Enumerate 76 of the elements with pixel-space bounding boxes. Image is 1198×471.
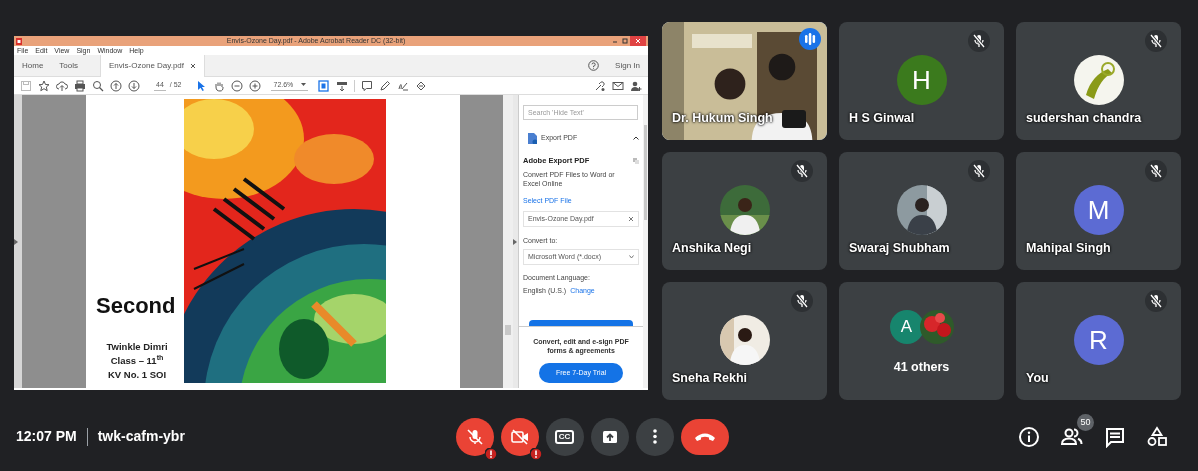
comment-icon[interactable] [361, 79, 374, 92]
slide-heading: Second [96, 292, 177, 320]
avatar: M [1073, 185, 1124, 235]
document-icon [632, 157, 639, 165]
participant-name: H S Ginwal [849, 110, 915, 128]
sign-in-button[interactable]: Sign In [607, 54, 648, 77]
caret-icon [629, 255, 634, 260]
participant-name: Swaraj Shubham [849, 240, 950, 258]
avatar: A [889, 310, 924, 344]
avatar: R [1073, 315, 1124, 365]
activities-button[interactable] [1146, 425, 1168, 448]
meeting-code: twk-cafm-ybr [97, 427, 185, 446]
page-down-icon[interactable] [128, 79, 140, 92]
avatar: H [896, 55, 947, 105]
muted-mic-icon [1145, 160, 1167, 182]
caption-line: Class – 11$^{th}$ [109, 354, 165, 368]
caption-line: Twinkle Dimri [105, 340, 169, 354]
collapse-icon[interactable] [633, 136, 639, 140]
close-icon[interactable] [630, 36, 646, 46]
expand-icon[interactable] [14, 238, 18, 245]
participant-count: 50 [1077, 413, 1094, 431]
star-icon[interactable] [38, 79, 50, 92]
export-pdf-icon [527, 132, 537, 144]
convert-button[interactable] [529, 320, 633, 327]
close-icon[interactable] [628, 215, 634, 222]
muted-mic-icon [968, 30, 990, 52]
participant-name: Anshika Negi [672, 240, 752, 258]
more-options-button[interactable] [635, 417, 674, 456]
caption-line: KV No. 1 SOI [106, 368, 168, 382]
warning-icon [529, 447, 542, 460]
tab[interactable]: Home [14, 54, 52, 77]
zoom-out-icon[interactable] [231, 79, 244, 92]
muted-mic-icon [791, 160, 813, 182]
captions-button[interactable]: CC [545, 417, 584, 456]
scrollbar-thumb[interactable] [505, 325, 511, 335]
zoom-in-icon[interactable] [249, 79, 262, 92]
help-icon[interactable] [588, 60, 600, 71]
search-icon[interactable] [92, 79, 104, 92]
participant-name: You [1026, 370, 1049, 388]
present-button[interactable] [590, 417, 629, 456]
info-icon [1018, 425, 1040, 448]
muted-mic-icon [1145, 290, 1167, 312]
info-button[interactable] [1018, 425, 1040, 448]
tab[interactable]: Tools [51, 54, 87, 77]
stamp-icon[interactable] [415, 79, 428, 92]
participant-name: sudershan chandra [1026, 110, 1142, 128]
restore-icon[interactable] [620, 37, 630, 45]
chat-icon [1104, 425, 1126, 448]
participant-name: Mahipal Singh [1026, 240, 1111, 258]
end-call-button[interactable] [680, 418, 729, 455]
muted-mic-icon [1145, 30, 1167, 52]
mail-icon[interactable] [612, 79, 624, 92]
scrollbar-thumb[interactable] [644, 125, 647, 220]
meeting-time: 12:07 PM [16, 427, 77, 446]
muted-mic-icon [791, 290, 813, 312]
tab[interactable]: Envis-Ozone Day.pdf [100, 54, 206, 77]
activities-icon [1146, 425, 1168, 448]
print-icon[interactable] [74, 79, 86, 92]
page-up-icon[interactable] [110, 79, 122, 92]
upload-icon[interactable] [56, 79, 68, 92]
participant-name: Sneha Rekhi [672, 370, 748, 388]
close-icon[interactable] [190, 62, 197, 69]
more-icon [652, 429, 657, 444]
warning-icon [484, 447, 497, 460]
chat-button[interactable] [1104, 425, 1126, 448]
add-person-icon[interactable] [630, 79, 642, 92]
camera-off-icon [509, 426, 530, 447]
link-icon[interactable] [594, 79, 606, 92]
scroll-mode-icon[interactable] [336, 79, 349, 92]
pen-icon[interactable] [379, 79, 392, 92]
fit-page-icon[interactable] [318, 79, 331, 92]
speaking-icon [799, 28, 821, 50]
caret-icon [301, 83, 307, 87]
microphone-off-icon [464, 426, 485, 447]
participant-name: 41 others [892, 359, 951, 376]
muted-mic-icon [968, 160, 990, 182]
